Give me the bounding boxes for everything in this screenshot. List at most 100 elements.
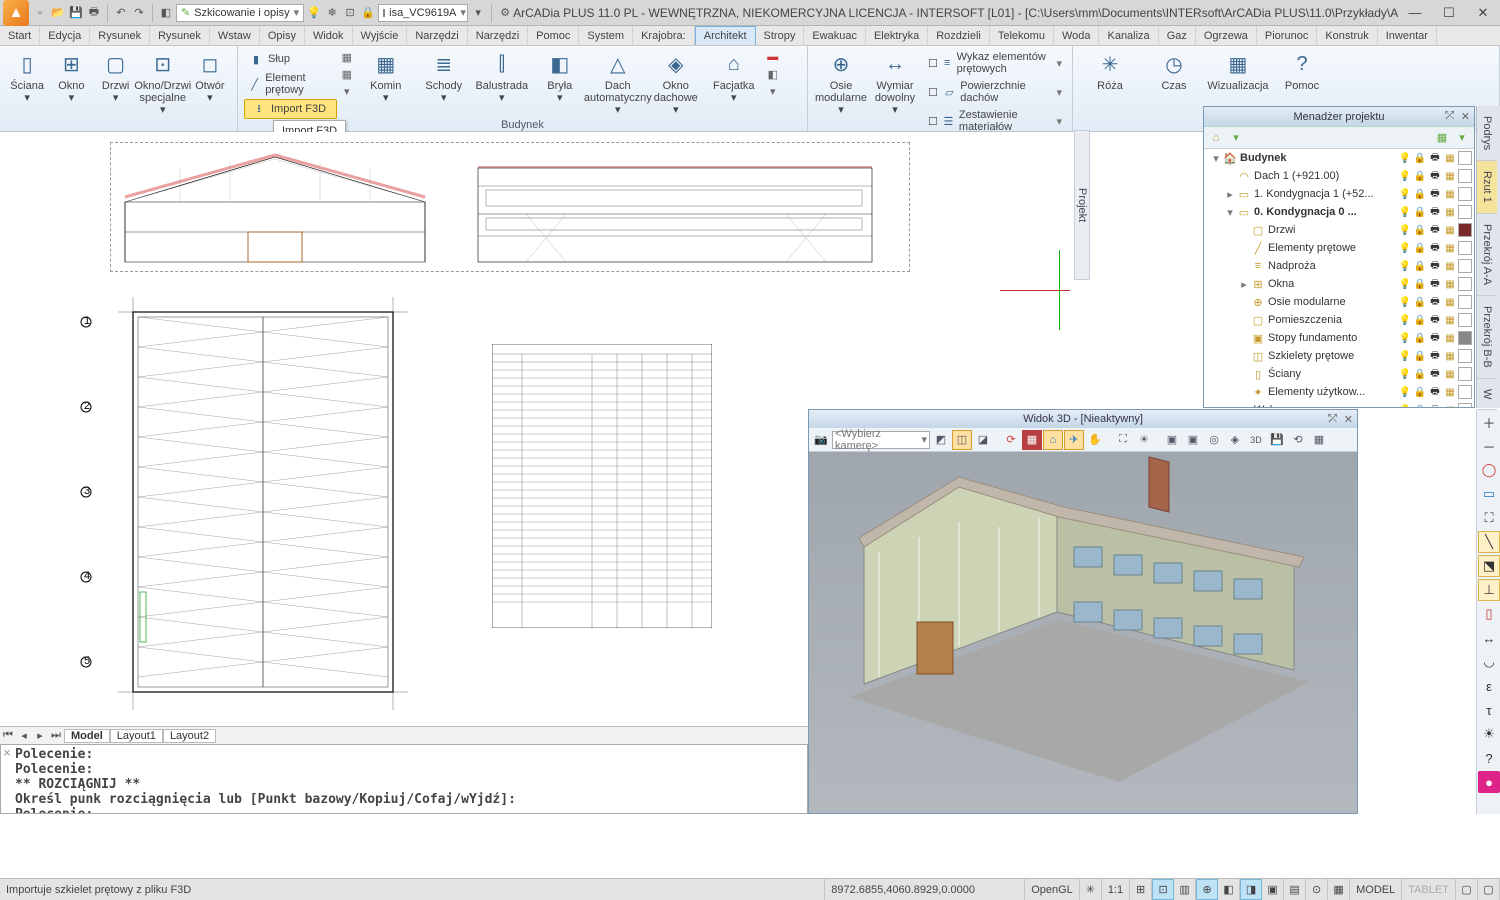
tab-model[interactable]: Model: [64, 729, 110, 743]
color-icon[interactable]: ▦: [1443, 259, 1457, 273]
print-icon[interactable]: 🖶: [1428, 385, 1442, 399]
menu-konstruk[interactable]: Konstruk: [1317, 26, 1377, 45]
print-icon[interactable]: 🖶: [1428, 403, 1442, 407]
split-dd-icon[interactable]: ▾: [339, 83, 355, 99]
rb-okno-drzwi-specjalne[interactable]: ⊡Okno/Drzwi specjalne▾: [139, 48, 187, 117]
menu-gaz[interactable]: Gaz: [1159, 26, 1196, 45]
rt-dim-icon[interactable]: ↔: [1478, 627, 1500, 649]
bulb-icon[interactable]: 💡: [1398, 169, 1412, 183]
swatch[interactable]: [1458, 349, 1472, 363]
status-scale[interactable]: 1:1: [1102, 879, 1130, 900]
rb-okno-dachowe[interactable]: ◈Okno dachowe▾: [647, 48, 705, 119]
print-icon[interactable]: 🖶: [1428, 331, 1442, 345]
print-icon[interactable]: 🖶: [1428, 313, 1442, 327]
menu-start[interactable]: Start: [0, 26, 40, 45]
bulb-icon[interactable]: 💡: [1398, 277, 1412, 291]
pm-pin-icon[interactable]: ⤱: [1445, 110, 1454, 123]
v3-save-icon[interactable]: 💾: [1267, 430, 1287, 450]
color-icon[interactable]: ▦: [1443, 151, 1457, 165]
rb-wykaz-element-w-pr-towych[interactable]: ☐≡Wykaz elementów prętowych▾: [924, 49, 1066, 77]
bulb-icon[interactable]: 💡: [1398, 331, 1412, 345]
pm-node[interactable]: ▢ Pomieszczenia 💡 🔒 🖶 ▦: [1204, 311, 1474, 329]
v3-home-icon[interactable]: ⌂: [1043, 430, 1063, 450]
rb-otw-r[interactable]: ◻Otwór▾: [189, 48, 231, 117]
side-tab-przekroj-b[interactable]: Przekrój B-B: [1477, 296, 1497, 379]
rb-komin[interactable]: ▦Komin▾: [357, 48, 415, 119]
v3-plane-icon[interactable]: ✈: [1064, 430, 1084, 450]
status-compass-icon[interactable]: ✳: [1080, 879, 1102, 900]
v3-b2-icon[interactable]: ▣: [1183, 430, 1203, 450]
print-icon[interactable]: 🖶: [1428, 151, 1442, 165]
bulb-icon[interactable]: 💡: [1398, 223, 1412, 237]
color-icon[interactable]: ▦: [1443, 295, 1457, 309]
color-icon[interactable]: ▦: [1443, 367, 1457, 381]
menu-elektryka[interactable]: Elektryka: [866, 26, 928, 45]
lock-icon[interactable]: 🔒: [1413, 223, 1427, 237]
maximize-button[interactable]: ☐: [1432, 0, 1466, 26]
rt-eps-icon[interactable]: ε: [1478, 675, 1500, 697]
bulb-icon[interactable]: 💡: [1398, 205, 1412, 219]
rb-dach-automatyczny[interactable]: △Dach automatyczny▾: [589, 48, 647, 119]
rt-sun-icon[interactable]: ☀: [1478, 723, 1500, 745]
color-icon[interactable]: ▦: [1443, 169, 1457, 183]
pm-node[interactable]: ▣ Stopy fundamento 💡 🔒 🖶 ▦: [1204, 329, 1474, 347]
qat-print-icon[interactable]: 🖶: [86, 5, 102, 21]
qat-conn-icon[interactable]: ⊡: [342, 5, 358, 21]
rt-zoom-out-icon[interactable]: －: [1478, 435, 1500, 457]
sb-end2-icon[interactable]: ▢: [1478, 879, 1500, 900]
color-icon[interactable]: ▦: [1443, 385, 1457, 399]
view3d-canvas[interactable]: [809, 452, 1357, 813]
bulb-icon[interactable]: 💡: [1398, 295, 1412, 309]
menu-widok[interactable]: Widok: [305, 26, 353, 45]
bulb-icon[interactable]: 💡: [1398, 403, 1412, 407]
pm-node[interactable]: ▯ Ściany 💡 🔒 🖶 ▦: [1204, 365, 1474, 383]
lock-icon[interactable]: 🔒: [1413, 367, 1427, 381]
sb-7-icon[interactable]: ▣: [1262, 879, 1284, 900]
swatch[interactable]: [1458, 259, 1472, 273]
rt-circle-icon[interactable]: ◯: [1478, 459, 1500, 481]
bulb-icon[interactable]: 💡: [1398, 241, 1412, 255]
qat-redo-icon[interactable]: ↷: [131, 5, 147, 21]
swatch[interactable]: [1458, 205, 1472, 219]
status-model[interactable]: MODEL: [1350, 879, 1402, 900]
rt-line-icon[interactable]: ╲: [1478, 531, 1500, 553]
lock-icon[interactable]: 🔒: [1413, 349, 1427, 363]
menu-architekt[interactable]: Architekt: [695, 26, 756, 45]
cmd-close-icon[interactable]: ×: [1, 745, 13, 813]
menu-rysunek[interactable]: Rysunek: [150, 26, 210, 45]
rb-balustrada[interactable]: ⫿Balustrada▾: [473, 48, 531, 119]
pm-node[interactable]: ▢ Drzwi 💡 🔒 🖶 ▦: [1204, 221, 1474, 239]
lock-icon[interactable]: 🔒: [1413, 169, 1427, 183]
sb-9-icon[interactable]: ⊙: [1306, 879, 1328, 900]
v3-refresh-icon[interactable]: ⟲: [1288, 430, 1308, 450]
color-icon[interactable]: ▦: [1443, 277, 1457, 291]
lock-icon[interactable]: 🔒: [1413, 403, 1427, 407]
print-icon[interactable]: 🖶: [1428, 241, 1442, 255]
rt-rect-icon[interactable]: ▭: [1478, 483, 1500, 505]
sb-10-icon[interactable]: ▦: [1328, 879, 1350, 900]
color-icon[interactable]: ▦: [1443, 241, 1457, 255]
bulb-icon[interactable]: 💡: [1398, 187, 1412, 201]
lock-icon[interactable]: 🔒: [1413, 385, 1427, 399]
menu-inwentar[interactable]: Inwentar: [1378, 26, 1437, 45]
rb-schody[interactable]: ≣Schody▾: [415, 48, 473, 119]
bulb-icon[interactable]: 💡: [1398, 259, 1412, 273]
menu-kanaliza[interactable]: Kanaliza: [1099, 26, 1158, 45]
print-icon[interactable]: 🖶: [1428, 223, 1442, 237]
rb-import-f3d[interactable]: ⭳Import F3D: [244, 99, 337, 119]
swatch[interactable]: [1458, 331, 1472, 345]
command-area[interactable]: × Polecenie: Polecenie: ** ROZCIĄGNIJ **…: [0, 744, 808, 814]
twisty-icon[interactable]: ▸: [1224, 188, 1236, 201]
rt-point-icon[interactable]: ⊥: [1478, 579, 1500, 601]
app-logo-icon[interactable]: [3, 0, 29, 26]
lock-icon[interactable]: 🔒: [1413, 313, 1427, 327]
bulb-icon[interactable]: 💡: [1398, 151, 1412, 165]
rb-osie-modularne[interactable]: ⊕Osie modularne▾: [814, 48, 868, 135]
swatch[interactable]: [1458, 169, 1472, 183]
sb-2-icon[interactable]: ⊡: [1152, 879, 1174, 900]
pm-node[interactable]: ▸ ▭ 1. Kondygnacja 1 (+52... 💡 🔒 🖶 ▦: [1204, 185, 1474, 203]
side-tab-przekroj-a[interactable]: Przekrój A-A: [1477, 214, 1497, 296]
rb-drzwi[interactable]: ▢Drzwi▾: [95, 48, 137, 117]
qat-lock-icon[interactable]: 🔒: [360, 5, 376, 21]
swatch[interactable]: [1458, 187, 1472, 201]
